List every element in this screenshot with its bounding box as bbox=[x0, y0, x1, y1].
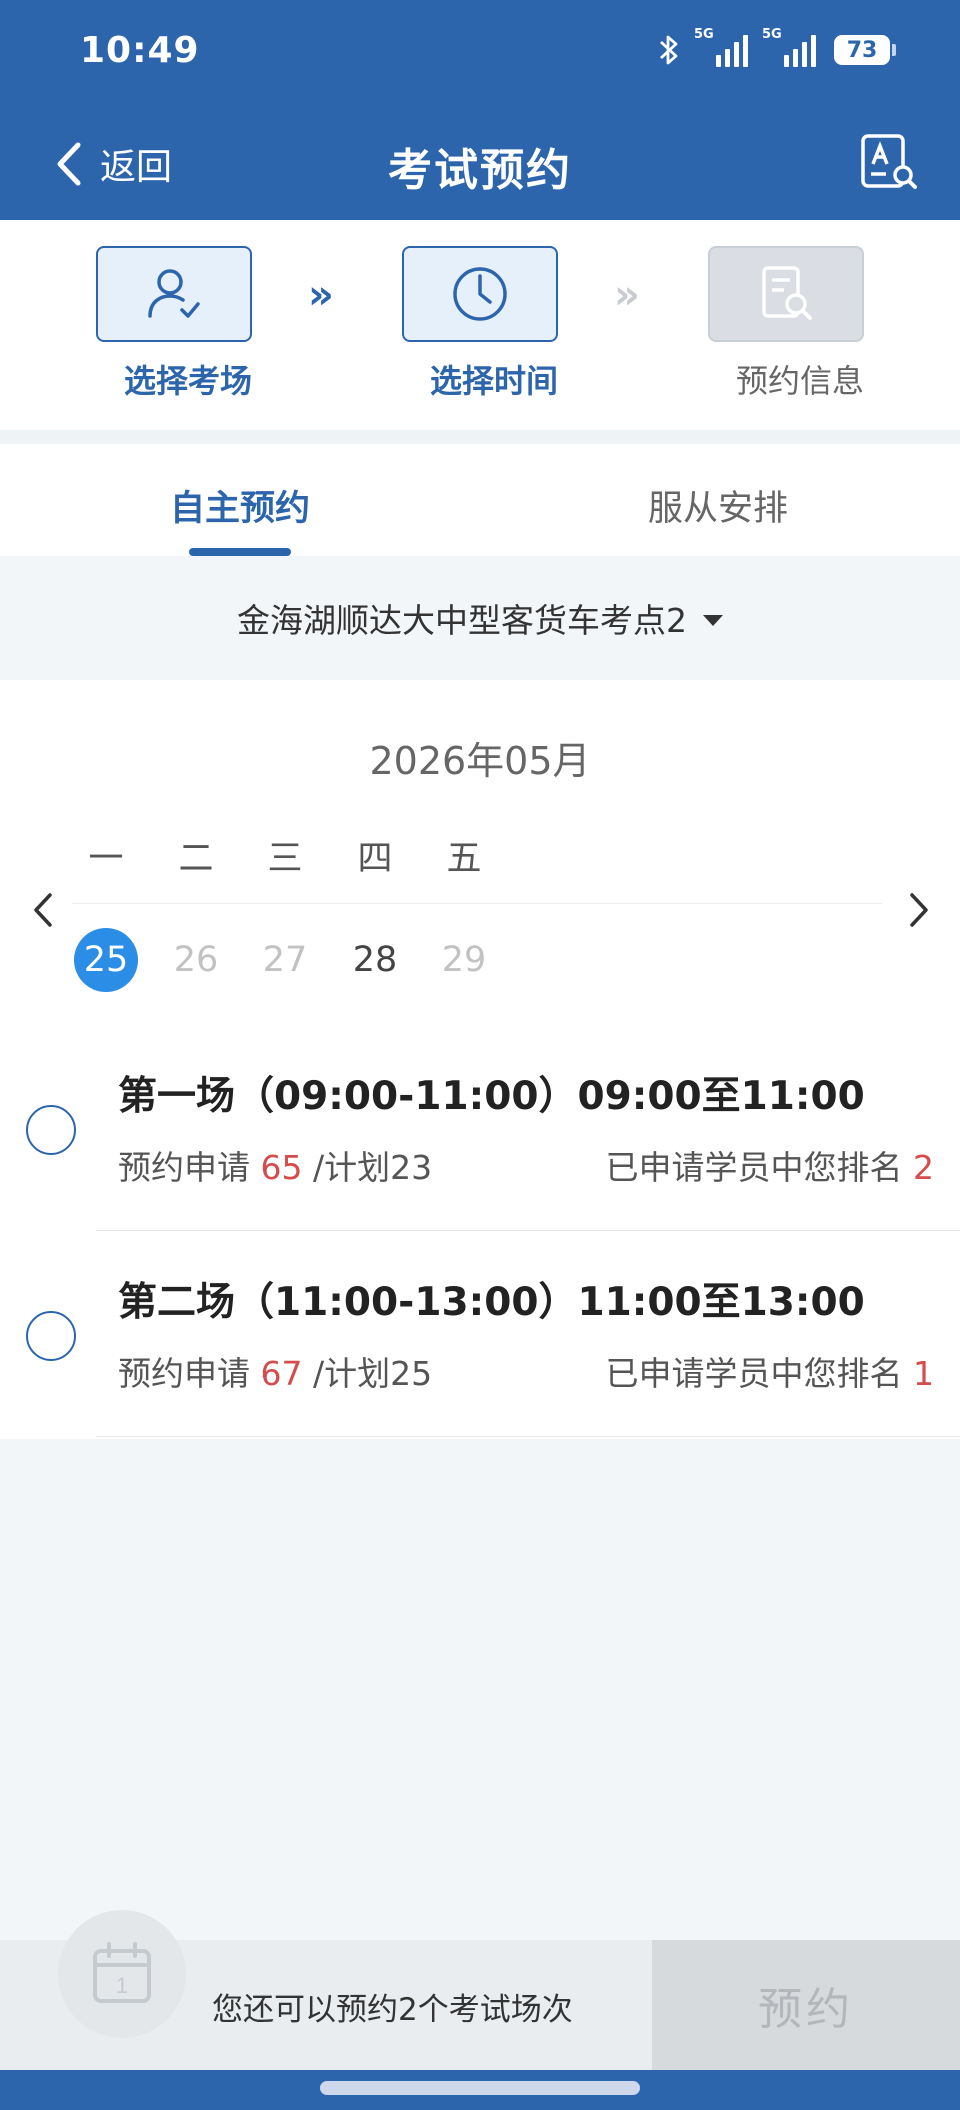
caret-down-icon bbox=[703, 614, 723, 626]
session-title: 第二场（11:00-13:00）11:00至13:00 bbox=[118, 1280, 865, 1325]
application-count: 67 bbox=[260, 1354, 303, 1393]
document-search-icon bbox=[762, 266, 812, 320]
page-title: 考试预约 bbox=[388, 145, 572, 196]
location-name: 金海湖顺达大中型客货车考点2 bbox=[237, 601, 687, 640]
progress-steps: 选择考场 » 选择时间 » 预约信息 bbox=[0, 220, 960, 430]
divider bbox=[96, 1436, 960, 1437]
step-label: 选择时间 bbox=[429, 362, 558, 400]
chevron-left-icon[interactable] bbox=[22, 885, 62, 935]
home-indicator[interactable] bbox=[320, 2081, 640, 2095]
signal-1-icon: 5G bbox=[694, 27, 748, 67]
rank-number: 1 bbox=[913, 1354, 934, 1393]
chevron-right-icon[interactable] bbox=[900, 885, 940, 935]
bottom-action-bar: 1 您还可以预约2个考试场次 预约 bbox=[0, 1910, 960, 2070]
battery-icon: 73 bbox=[834, 35, 896, 65]
date-picker: 2026年05月 一 二 三 四 五 25 26 27 28 29 bbox=[0, 680, 960, 1025]
calendar-day[interactable]: 28 bbox=[343, 928, 407, 992]
calendar-day: 27 bbox=[262, 940, 308, 980]
step-select-time: 选择时间 bbox=[402, 246, 558, 402]
calendar-day: 29 bbox=[441, 940, 487, 980]
session-applications: 预约申请 67 /计划25 bbox=[118, 1354, 433, 1393]
session-list: 第一场（09:00-11:00）09:00至11:00 预约申请 65 /计划2… bbox=[0, 1025, 960, 1439]
document-search-icon[interactable] bbox=[858, 132, 918, 192]
step-label: 选择考场 bbox=[123, 362, 252, 400]
booking-mode-tabs: 自主预约 服从安排 bbox=[0, 444, 960, 556]
step-arrow-icon: » bbox=[308, 272, 334, 318]
app-header: 10:49 5G 5G 73 返回 考试预约 bbox=[0, 0, 960, 220]
signal-2-icon: 5G bbox=[762, 27, 816, 67]
session-rank: 已申请学员中您排名 1 bbox=[605, 1354, 935, 1393]
status-icons: 5G 5G 73 bbox=[658, 27, 896, 68]
weekday-label: 五 bbox=[446, 839, 482, 879]
divider bbox=[0, 430, 960, 444]
session-radio[interactable] bbox=[26, 1311, 76, 1361]
session-applications: 预约申请 65 /计划23 bbox=[118, 1148, 433, 1187]
rank-number: 2 bbox=[913, 1148, 934, 1187]
user-check-icon bbox=[148, 269, 200, 318]
tab-follow-arrangement[interactable]: 服从安排 bbox=[648, 480, 788, 531]
session-title: 第一场（09:00-11:00）09:00至11:00 bbox=[118, 1074, 865, 1119]
calendar-day[interactable]: 25 bbox=[74, 928, 138, 992]
calendar-month: 2026年05月 bbox=[369, 739, 591, 783]
step-select-venue: 选择考场 bbox=[96, 246, 252, 402]
step-label: 预约信息 bbox=[735, 362, 864, 400]
weekday-label: 二 bbox=[178, 839, 214, 879]
session-rank: 已申请学员中您排名 2 bbox=[605, 1148, 935, 1187]
step-booking-info: 预约信息 bbox=[708, 246, 864, 402]
session-item[interactable]: 第二场（11:00-13:00）11:00至13:00 预约申请 67 /计划2… bbox=[0, 1231, 960, 1437]
application-count: 65 bbox=[260, 1148, 303, 1187]
weekday-label: 四 bbox=[357, 839, 393, 879]
tab-self-booking[interactable]: 自主预约 bbox=[170, 480, 310, 531]
weekday-label: 三 bbox=[267, 839, 303, 879]
location-dropdown[interactable]: 金海湖顺达大中型客货车考点2 bbox=[0, 556, 960, 680]
clock-icon bbox=[453, 267, 507, 321]
remaining-quota-text: 您还可以预约2个考试场次 bbox=[212, 1992, 573, 2028]
calendar-day: 26 bbox=[173, 940, 219, 980]
bluetooth-icon bbox=[660, 35, 678, 65]
step-arrow-icon: » bbox=[614, 272, 640, 318]
tab-indicator bbox=[189, 548, 291, 556]
session-item[interactable]: 第一场（09:00-11:00）09:00至11:00 预约申请 65 /计划2… bbox=[0, 1025, 960, 1231]
plan-count: /计划23 bbox=[313, 1148, 433, 1187]
session-radio[interactable] bbox=[26, 1105, 76, 1155]
weekday-label: 一 bbox=[88, 839, 124, 879]
status-time: 10:49 bbox=[80, 30, 200, 71]
divider bbox=[72, 903, 882, 904]
calendar-icon-day: 1 bbox=[116, 1973, 128, 1998]
book-button[interactable]: 预约 bbox=[652, 1940, 960, 2070]
plan-count: /计划25 bbox=[313, 1354, 433, 1393]
calendar-icon: 1 bbox=[58, 1910, 186, 2038]
